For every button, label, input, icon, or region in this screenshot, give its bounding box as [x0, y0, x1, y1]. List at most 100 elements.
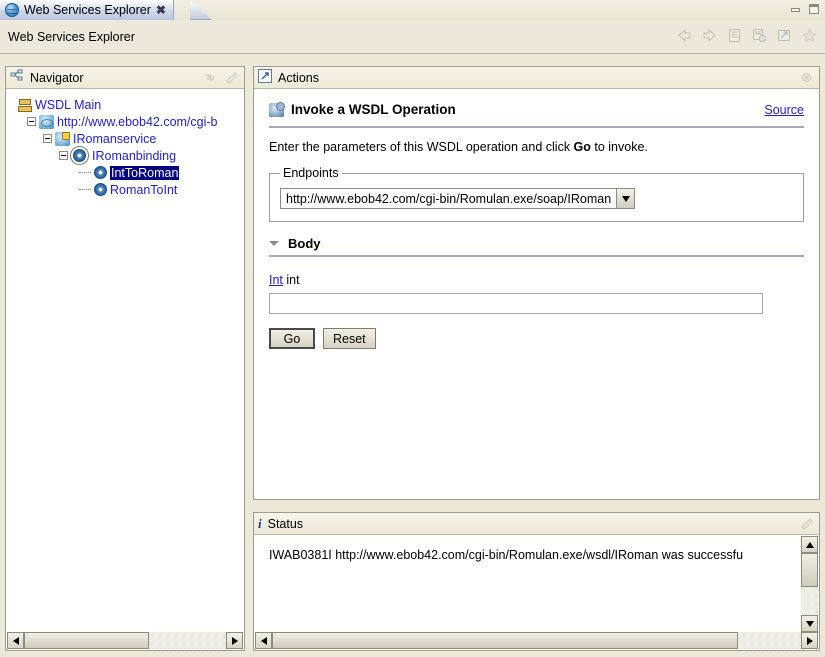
main-toolbar: Web Services Explorer — [0, 20, 825, 54]
tree-node-label: IRomanservice — [73, 131, 157, 146]
tree-line-icon — [79, 189, 91, 190]
info-icon: i — [258, 515, 262, 531]
parameter-type-link[interactable]: Int — [269, 273, 283, 287]
scroll-left-button[interactable] — [7, 632, 24, 649]
status-title: Status — [267, 516, 304, 531]
scroll-left-button[interactable] — [255, 632, 272, 649]
tree-node-label: IntToRoman — [110, 165, 180, 180]
actions-title: Actions — [278, 70, 319, 85]
scroll-track[interactable] — [272, 632, 801, 649]
invoke-heading-row: Invoke a WSDL Operation Source — [269, 101, 804, 117]
maximize-panel-icon[interactable] — [224, 70, 239, 85]
status-vertical-scrollbar[interactable] — [801, 536, 818, 632]
go-button[interactable]: Go — [269, 328, 315, 349]
service-icon — [55, 131, 70, 146]
status-content: IWAB0381I http://www.ebob42.com/cgi-bin/… — [255, 536, 818, 632]
tree-node-label: WSDL Main — [35, 97, 102, 112]
operation-gear-icon — [94, 166, 107, 179]
wsdl-service-icon — [39, 114, 54, 129]
actions-icon — [258, 69, 272, 86]
maximize-panel-icon[interactable] — [799, 70, 814, 85]
tree-line-icon — [79, 172, 91, 173]
tree-node-iromanservice[interactable]: IRomanservice — [7, 130, 243, 147]
body-section-header[interactable]: Body — [269, 236, 804, 251]
instruction-prefix: Enter the parameters of this WSDL operat… — [269, 140, 574, 154]
source-link[interactable]: Source — [764, 103, 804, 117]
status-tools — [799, 516, 814, 531]
collapse-expander-icon[interactable] — [43, 134, 52, 143]
operation-gear-icon — [94, 183, 107, 196]
tree-node-wsdl-main[interactable]: WSDL Main — [7, 96, 243, 113]
web-page-icon[interactable] — [751, 27, 768, 44]
actions-tools — [799, 70, 814, 85]
status-horizontal-scrollbar[interactable] — [255, 632, 818, 649]
forward-icon[interactable] — [701, 27, 718, 44]
body-section-label: Body — [288, 236, 321, 251]
toolbar-title: Web Services Explorer — [8, 29, 135, 44]
navigator-tree[interactable]: WSDL Main http://www.ebob42.com/cgi-b IR… — [7, 90, 243, 630]
properties-icon[interactable] — [726, 27, 743, 44]
tree-node-iromanbinding[interactable]: IRomanbinding — [7, 147, 243, 164]
binding-gear-icon — [73, 149, 86, 162]
actions-content: Invoke a WSDL Operation Source Enter the… — [255, 90, 818, 498]
close-icon[interactable]: ✖ — [156, 4, 166, 16]
invoke-heading: Invoke a WSDL Operation — [269, 101, 456, 117]
endpoints-group: Endpoints http://www.ebob42.com/cgi-bin/… — [269, 166, 804, 222]
navigator-horizontal-scrollbar[interactable] — [7, 632, 243, 649]
actions-panel: Actions Invoke a WSDL Operation Source E… — [253, 66, 820, 500]
maximize-icon[interactable] — [807, 3, 821, 15]
scroll-right-button[interactable] — [226, 632, 243, 649]
minimize-icon[interactable] — [789, 3, 803, 15]
instruction-bold: Go — [573, 140, 591, 154]
body-divider — [269, 255, 804, 257]
endpoint-selected-value: http://www.ebob42.com/cgi-bin/Romulan.ex… — [286, 191, 612, 206]
instruction-text: Enter the parameters of this WSDL operat… — [269, 140, 804, 154]
scroll-down-button[interactable] — [801, 615, 818, 632]
collapse-expander-icon[interactable] — [59, 151, 68, 160]
reset-button[interactable]: Reset — [323, 328, 376, 349]
scroll-up-button[interactable] — [801, 536, 818, 553]
scroll-track[interactable] — [24, 632, 226, 649]
scroll-thumb[interactable] — [801, 553, 818, 588]
navigator-icon — [10, 69, 24, 86]
action-buttons: Go Reset — [269, 328, 804, 349]
tab-trailing-edge — [190, 0, 212, 20]
scroll-thumb[interactable] — [272, 632, 738, 649]
tree-node-inttoroman[interactable]: IntToRoman — [7, 164, 243, 181]
tree-node-romantoint[interactable]: RomanToInt — [7, 181, 243, 198]
heading-divider — [269, 126, 804, 128]
parameter-type-text: int — [286, 273, 300, 287]
tab-label: Web Services Explorer — [24, 3, 151, 17]
link-with-editor-icon[interactable] — [202, 70, 217, 85]
tree-node-wsdl-url[interactable]: http://www.ebob42.com/cgi-b — [7, 113, 243, 130]
actions-header: Actions — [254, 67, 819, 89]
navigator-header: Navigator — [6, 67, 244, 89]
invoke-heading-text: Invoke a WSDL Operation — [291, 102, 456, 117]
navigator-tools — [202, 70, 239, 85]
wsdl-main-icon — [17, 98, 32, 112]
window-controls — [789, 3, 821, 15]
instruction-suffix: to invoke. — [590, 140, 648, 154]
favorite-star-icon[interactable] — [801, 27, 818, 44]
parameter-label: Int int — [269, 273, 804, 287]
globe-icon — [5, 3, 19, 17]
tree-node-label: http://www.ebob42.com/cgi-b — [57, 114, 218, 129]
endpoints-legend: Endpoints — [283, 166, 339, 180]
back-icon[interactable] — [676, 27, 693, 44]
status-message: IWAB0381I http://www.ebob42.com/cgi-bin/… — [269, 548, 744, 562]
maximize-panel-icon[interactable] — [799, 516, 814, 531]
launch-icon[interactable] — [776, 27, 793, 44]
endpoint-select[interactable]: http://www.ebob42.com/cgi-bin/Romulan.ex… — [280, 188, 636, 209]
collapse-expander-icon[interactable] — [27, 117, 36, 126]
parameter-input[interactable] — [269, 293, 763, 314]
invoke-operation-icon — [269, 101, 285, 117]
status-header: i Status — [254, 513, 819, 535]
navigator-title: Navigator — [30, 70, 84, 85]
chevron-down-icon[interactable] — [616, 189, 635, 208]
scroll-track[interactable] — [801, 553, 818, 615]
toolbar-icon-group — [676, 27, 818, 44]
scroll-right-button[interactable] — [801, 632, 818, 649]
scroll-thumb[interactable] — [24, 632, 150, 649]
chevron-down-icon[interactable] — [269, 241, 279, 246]
tab-web-services-explorer[interactable]: Web Services Explorer ✖ — [0, 0, 174, 20]
